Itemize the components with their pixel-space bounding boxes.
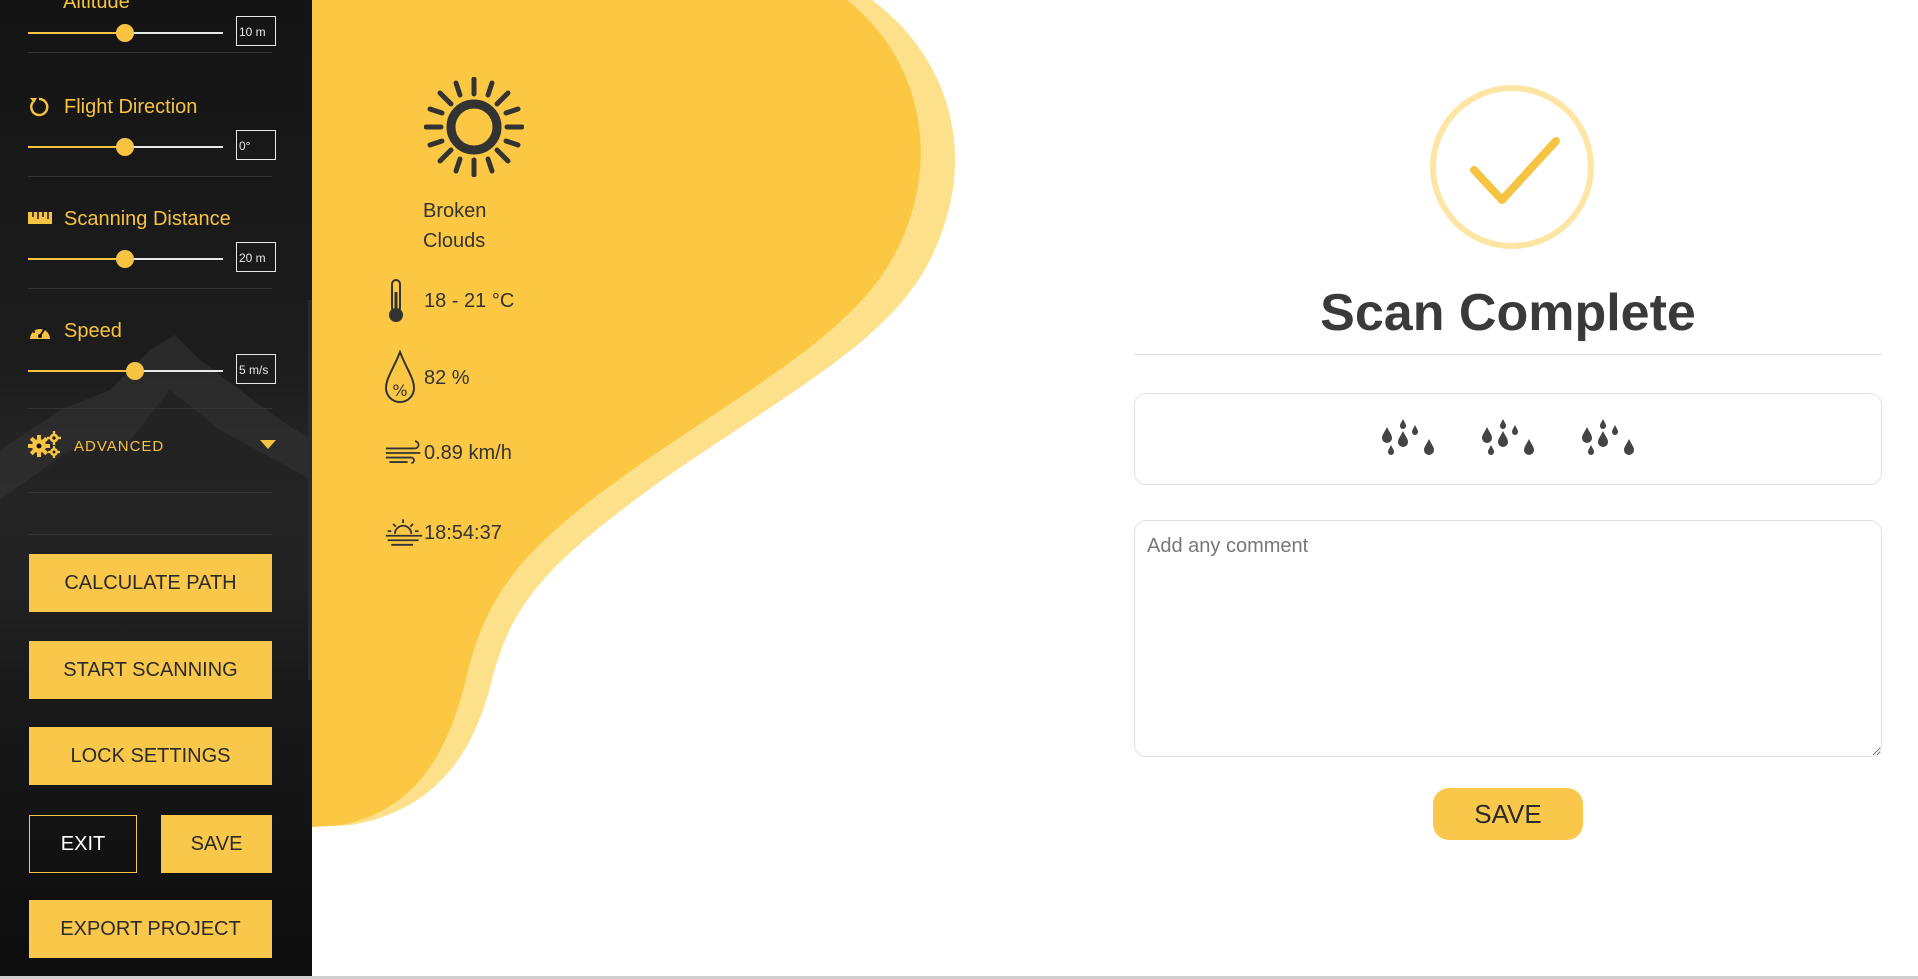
temperature-value: 18 - 21 °C (424, 289, 515, 312)
rain-icon[interactable] (1579, 419, 1637, 459)
scanning-distance-slider-row: 20 m (28, 242, 280, 276)
title-divider (1134, 354, 1882, 355)
speed-setting: Speed 5 m/s (28, 316, 280, 409)
flight-direction-slider-thumb[interactable] (116, 138, 134, 156)
wind-icon (384, 430, 424, 476)
divider (28, 176, 272, 177)
speed-slider-thumb[interactable] (126, 362, 144, 380)
exit-button[interactable]: EXIT (29, 815, 137, 873)
ruler-icon (28, 208, 54, 230)
scanning-distance-setting: Scanning Distance 20 m (28, 204, 280, 289)
divider (28, 534, 272, 535)
scanning-distance-label: Scanning Distance (64, 207, 231, 230)
export-project-button[interactable]: EXPORT PROJECT (29, 900, 272, 958)
humidity-row: % 82 % (384, 350, 470, 403)
scanning-distance-slider-thumb[interactable] (116, 250, 134, 268)
altitude-setting: 10 m (28, 16, 280, 53)
speed-slider-row: 5 m/s (28, 354, 280, 388)
humidity-value: 82 % (424, 366, 470, 389)
sunset-icon (384, 510, 424, 556)
advanced-label: ADVANCED (74, 437, 165, 455)
altitude-value-input[interactable]: 10 m (236, 16, 276, 46)
temperature-row: 18 - 21 °C (384, 278, 514, 324)
scanning-distance-value-input[interactable]: 20 m (236, 242, 276, 272)
gears-icon (28, 430, 62, 463)
calculate-path-button[interactable]: CALCULATE PATH (29, 554, 272, 612)
flight-direction-label: Flight Direction (64, 95, 198, 118)
flight-direction-setting: Flight Direction 0° (28, 92, 280, 177)
divider (28, 492, 272, 493)
wind-row: 0.89 km/h (384, 430, 512, 476)
rating-selector (1134, 393, 1882, 485)
sun-icon (424, 77, 524, 177)
speedometer-icon (28, 320, 54, 342)
comment-textarea[interactable] (1134, 520, 1882, 757)
humidity-drop-icon: % (384, 350, 424, 403)
advanced-toggle[interactable]: ADVANCED (28, 430, 276, 462)
save-button[interactable]: SAVE (161, 815, 272, 873)
weather-description: Broken Clouds (423, 200, 487, 252)
divider (28, 408, 272, 409)
rain-icon[interactable] (1479, 419, 1537, 459)
sunset-row: 18:54:37 (384, 510, 502, 556)
save-comment-button[interactable]: SAVE (1433, 788, 1583, 840)
settings-sidebar: Altitude 10 m Flight Direction 0° Scanni… (0, 0, 312, 979)
altitude-slider-thumb[interactable] (116, 24, 134, 42)
divider (28, 288, 272, 289)
wind-value: 0.89 km/h (424, 441, 512, 464)
rain-icon[interactable] (1379, 419, 1437, 459)
rotate-icon (28, 96, 54, 118)
altitude-label: Altitude (63, 0, 130, 13)
altitude-slider-row: 10 m (28, 16, 280, 50)
check-circle-icon (1430, 85, 1594, 249)
speed-value-input[interactable]: 5 m/s (236, 354, 276, 384)
page-title: Scan Complete (1320, 284, 1696, 342)
thermometer-icon (384, 278, 424, 324)
divider (28, 52, 272, 53)
speed-label: Speed (64, 319, 122, 342)
sunset-time: 18:54:37 (424, 521, 502, 544)
start-scanning-button[interactable]: START SCANNING (29, 641, 272, 699)
weather-blob-background (312, 0, 955, 827)
lock-settings-button[interactable]: LOCK SETTINGS (29, 727, 272, 785)
flight-direction-value-input[interactable]: 0° (236, 130, 276, 160)
flight-direction-slider-row: 0° (28, 130, 280, 164)
svg-text:%: % (392, 381, 407, 400)
chevron-down-icon (260, 437, 276, 455)
